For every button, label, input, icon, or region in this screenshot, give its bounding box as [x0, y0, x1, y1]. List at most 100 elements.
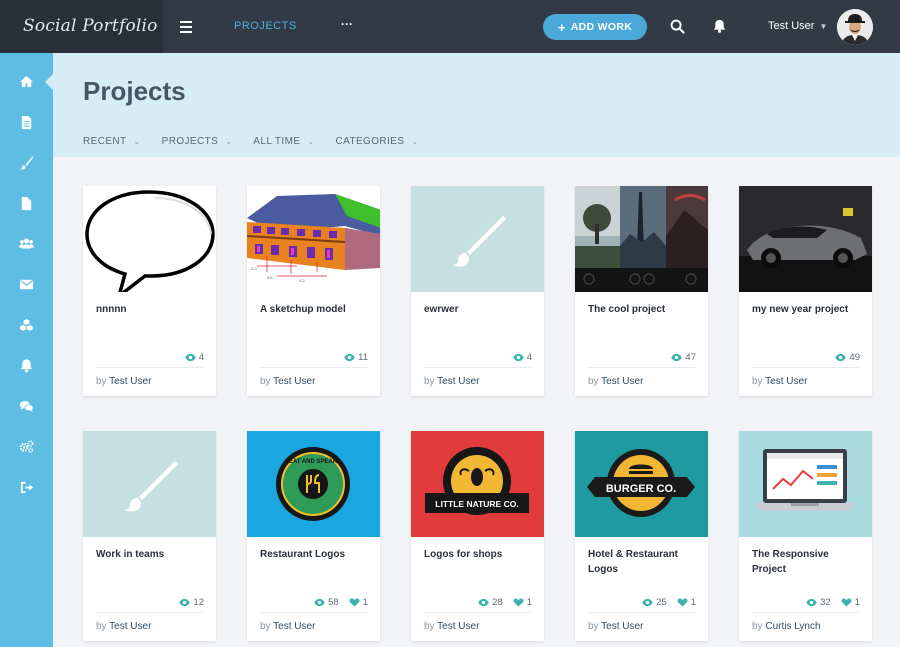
plus-icon: + [557, 19, 566, 35]
eye-icon [835, 353, 847, 362]
project-card-responsive[interactable]: The Responsive Project 32 1 by Curtis Ly… [739, 431, 872, 641]
author-link[interactable]: Test User [109, 376, 151, 387]
brush-icon [19, 155, 34, 169]
cogs-icon [19, 439, 34, 453]
svg-text:4.2: 4.2 [299, 278, 305, 283]
project-title[interactable]: Work in teams [96, 547, 206, 562]
top-bar: Social Portfolio PROJECTS ··· + ADD WORK… [0, 0, 900, 53]
chevron-down-icon: ⌄ [225, 137, 233, 146]
nav-projects-link[interactable]: PROJECTS [234, 20, 297, 32]
filter-label: RECENT [83, 136, 127, 147]
project-title[interactable]: Logos for shops [424, 547, 534, 562]
project-byline: by Test User [96, 376, 151, 387]
project-stats: 12 [179, 597, 204, 608]
views-count: 28 [492, 597, 503, 608]
project-title[interactable]: my new year project [752, 302, 862, 317]
likes-stat: 1 [677, 597, 696, 608]
sidebar-item-logout[interactable] [0, 472, 53, 502]
views-stat: 28 [478, 597, 503, 608]
sidebar-item-messages[interactable] [0, 269, 53, 299]
sidebar-item-modules[interactable] [0, 309, 53, 339]
sidebar-item-brush[interactable] [0, 147, 53, 177]
users-icon [19, 238, 34, 248]
author-link[interactable]: Test User [109, 621, 151, 632]
author-link[interactable]: Test User [601, 621, 643, 632]
project-card-restaurant-logos[interactable]: EAT AND SPEAK Restaurant Logos 58 1 by T… [247, 431, 380, 641]
author-link[interactable]: Curtis Lynch [765, 621, 820, 632]
brand-logo[interactable]: Social Portfolio [0, 0, 163, 53]
project-stats: 47 [671, 352, 696, 363]
sidebar [0, 53, 53, 647]
sidebar-item-notifications[interactable] [0, 350, 53, 380]
chevron-down-icon: ⌄ [133, 137, 141, 146]
project-thumbnail[interactable] [83, 186, 216, 292]
card-divider [424, 367, 531, 368]
views-stat: 11 [344, 352, 368, 363]
project-thumbnail[interactable] [739, 186, 872, 292]
sidebar-item-files[interactable] [0, 188, 53, 218]
views-count: 11 [358, 352, 368, 363]
sidebar-item-documents[interactable] [0, 107, 53, 137]
filter-time[interactable]: ALL TIME ⌄ [253, 136, 314, 147]
author-link[interactable]: Test User [601, 376, 643, 387]
project-byline: by Test User [424, 376, 479, 387]
avatar[interactable] [837, 9, 873, 45]
project-title[interactable]: Hotel & Restaurant Logos [588, 547, 698, 577]
card-divider [260, 612, 367, 613]
project-title[interactable]: The cool project [588, 302, 698, 317]
search-icon[interactable] [670, 19, 685, 34]
sidebar-item-settings[interactable] [0, 431, 53, 461]
logo-text: BURGER CO. [606, 483, 676, 495]
project-thumbnail[interactable]: LITTLE NATURE CO. [411, 431, 544, 537]
nav-more-button[interactable]: ··· [341, 17, 353, 31]
filter-categories[interactable]: CATEGORIES ⌄ [336, 136, 419, 147]
notification-bell-icon[interactable] [712, 18, 727, 34]
cubes-icon [19, 317, 34, 332]
project-thumbnail[interactable]: 2.0 3.5 4.2 [247, 186, 380, 292]
author-link[interactable]: Test User [437, 376, 479, 387]
project-card-ewrwer[interactable]: ewrwer 4 by Test User [411, 186, 544, 396]
project-card-cool[interactable]: The cool project 47 by Test User [575, 186, 708, 396]
user-menu[interactable]: Test User ▼ [768, 20, 827, 32]
svg-text:3.5: 3.5 [267, 275, 273, 280]
by-label: by [424, 376, 435, 387]
project-card-work-in-teams[interactable]: Work in teams 12 by Test User [83, 431, 216, 641]
author-link[interactable]: Test User [273, 376, 315, 387]
project-thumbnail[interactable] [575, 186, 708, 292]
project-card-sketchup[interactable]: 2.0 3.5 4.2 A sketchup model 11 by Test Us… [247, 186, 380, 396]
sidebar-item-chat[interactable] [0, 391, 53, 421]
likes-count: 1 [362, 597, 368, 608]
add-work-button[interactable]: + ADD WORK [543, 14, 647, 40]
hamburger-menu-icon[interactable] [176, 17, 196, 37]
project-title[interactable]: Restaurant Logos [260, 547, 370, 562]
project-thumbnail[interactable]: BURGER CO. [575, 431, 708, 537]
likes-stat: 1 [349, 597, 368, 608]
project-thumbnail[interactable] [83, 431, 216, 537]
by-label: by [260, 621, 271, 632]
views-stat: 4 [184, 352, 204, 363]
project-stats: 49 [835, 352, 860, 363]
project-thumbnail[interactable]: EAT AND SPEAK [247, 431, 380, 537]
project-card-logos-for-shops[interactable]: LITTLE NATURE CO. Logos for shops 28 1 b… [411, 431, 544, 641]
project-title[interactable]: ewrwer [424, 302, 534, 317]
sidebar-item-users[interactable] [0, 228, 53, 258]
project-card-nnnnn[interactable]: nnnnn 4 by Test User [83, 186, 216, 396]
project-thumbnail[interactable] [739, 431, 872, 537]
project-title[interactable]: The Responsive Project [752, 547, 862, 577]
filter-recent[interactable]: RECENT ⌄ [83, 136, 141, 147]
project-thumbnail[interactable] [411, 186, 544, 292]
project-card-new-year[interactable]: my new year project 49 by Test User [739, 186, 872, 396]
comments-icon [19, 400, 34, 412]
project-card-hotel-restaurant[interactable]: BURGER CO. Hotel & Restaurant Logos 25 1… [575, 431, 708, 641]
author-link[interactable]: Test User [437, 621, 479, 632]
likes-stat: 1 [841, 597, 860, 608]
author-link[interactable]: Test User [273, 621, 315, 632]
project-title[interactable]: nnnnn [96, 302, 206, 317]
by-label: by [260, 376, 271, 387]
project-byline: by Test User [588, 621, 643, 632]
views-count: 4 [198, 352, 204, 363]
project-title[interactable]: A sketchup model [260, 302, 370, 317]
author-link[interactable]: Test User [765, 376, 807, 387]
filter-projects[interactable]: PROJECTS ⌄ [162, 136, 233, 147]
by-label: by [588, 621, 599, 632]
